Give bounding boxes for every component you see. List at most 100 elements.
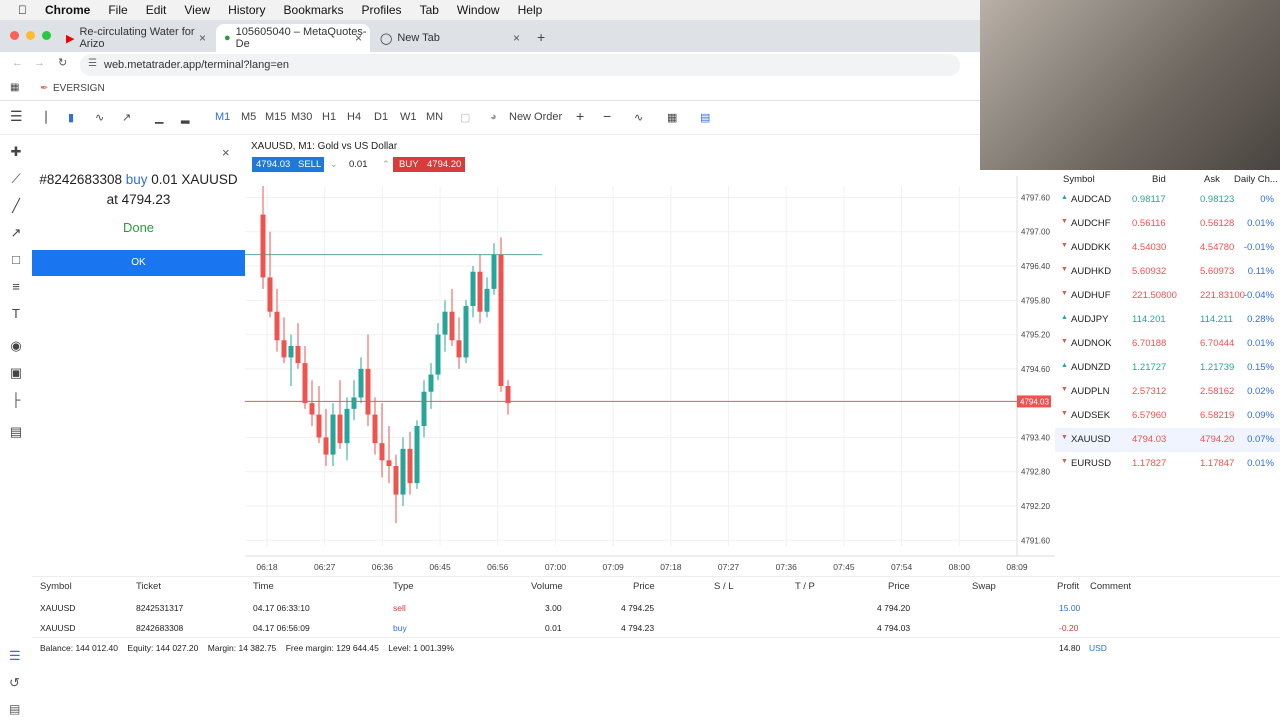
bar-chart-icon[interactable]: ⎥ (42, 111, 48, 124)
menu-help[interactable]: Help (518, 3, 543, 17)
menu-edit[interactable]: Edit (146, 3, 167, 17)
fibonacci-icon[interactable]: ≡ (8, 279, 24, 295)
close-icon[interactable]: × (222, 145, 230, 160)
table-row[interactable]: XAUUSD 8242683308 04.17 06:56:09 buy 0.0… (32, 617, 1280, 637)
history-icon[interactable]: ↺ (9, 675, 20, 691)
col-price[interactable]: Price (633, 581, 655, 592)
tab-close-icon[interactable]: × (199, 31, 206, 45)
channel-tool-icon[interactable]: ╱ (8, 198, 24, 214)
timeframe-m30[interactable]: M30 (291, 111, 312, 123)
layers-icon[interactable]: ▤ (8, 424, 24, 440)
timeframe-w1[interactable]: W1 (400, 111, 417, 123)
menu-profiles[interactable]: Profiles (362, 3, 402, 17)
volume-increase-icon[interactable]: ⌃ (382, 159, 390, 170)
watch-header-ask[interactable]: Ask (1204, 174, 1220, 185)
watch-row[interactable]: ▼ AUDCHF 0.56116 0.56128 0.01% (1055, 212, 1280, 236)
watch-header-symbol[interactable]: Symbol (1063, 174, 1095, 185)
col-profit[interactable]: Profit (1057, 581, 1079, 592)
menu-history[interactable]: History (228, 3, 265, 17)
apps-grid-icon[interactable]: ▦ (10, 82, 19, 93)
watch-row[interactable]: ▼ AUDDKK 4.54030 4.54780 -0.01% (1055, 236, 1280, 260)
col-comment[interactable]: Comment (1090, 581, 1131, 592)
watch-row[interactable]: ▲ AUDCAD 0.98117 0.98123 0% (1055, 188, 1280, 212)
timeframe-h1[interactable]: H1 (322, 111, 336, 123)
zoom-out-icon[interactable]: − (603, 108, 611, 124)
col-ticket[interactable]: Ticket (136, 581, 161, 592)
watch-row[interactable]: ▼ AUDNOK 6.70188 6.70444 0.01% (1055, 332, 1280, 356)
col-sl[interactable]: S / L (714, 581, 734, 592)
lock-icon[interactable]: ▣ (8, 365, 24, 381)
site-info-icon[interactable]: ☰ (88, 58, 97, 69)
watch-header-daily-change[interactable]: Daily Ch... (1234, 174, 1278, 185)
indicators-icon[interactable]: ∿ (634, 111, 643, 124)
tab-metaquotes[interactable]: ● 105605040 – MetaQuotes-De × (216, 24, 370, 52)
watch-header-bid[interactable]: Bid (1152, 174, 1166, 185)
table-row[interactable]: XAUUSD 8242531317 04.17 06:33:10 sell 3.… (32, 597, 1280, 617)
apple-icon[interactable]:  (18, 3, 27, 17)
tab-new-tab[interactable]: ◯ New Tab × (372, 24, 528, 52)
eye-icon[interactable]: ◉ (8, 338, 24, 354)
menu-view[interactable]: View (184, 3, 210, 17)
crosshair-icon[interactable]: ✚ (8, 144, 24, 160)
line-chart-icon[interactable]: ∿ (95, 111, 104, 124)
watch-row[interactable]: ▼ EURUSD 1.17827 1.17847 0.01% (1055, 452, 1280, 476)
trade-tab-icon[interactable]: ☰ (9, 648, 21, 664)
timeframe-m5[interactable]: M5 (241, 111, 256, 123)
one-click-icon[interactable]: ▢ (460, 111, 470, 124)
col-type[interactable]: Type (393, 581, 414, 592)
menu-icon[interactable]: ☰ (10, 108, 23, 125)
menu-file[interactable]: File (108, 3, 127, 17)
menu-window[interactable]: Window (457, 3, 500, 17)
back-icon[interactable]: ← (12, 57, 23, 69)
text-tool-icon[interactable]: T (8, 306, 24, 322)
trendline-tool-icon[interactable]: ↗ (8, 225, 24, 241)
watch-row[interactable]: ▼ AUDHKD 5.60932 5.60973 0.11% (1055, 260, 1280, 284)
account-currency[interactable]: USD (1089, 643, 1107, 653)
window-minimize-button[interactable] (26, 31, 35, 40)
volume-icon[interactable]: ▁ (155, 111, 163, 124)
watch-row[interactable]: ▼ AUDHUF 221.50800 221.83100 -0.04% (1055, 284, 1280, 308)
menu-app-name[interactable]: Chrome (45, 3, 90, 17)
col-volume[interactable]: Volume (531, 581, 563, 592)
bookmark-eversign[interactable]: EVERSIGN (53, 83, 105, 94)
tab-close-icon[interactable]: × (513, 31, 520, 45)
shape-tool-icon[interactable]: □ (8, 252, 24, 268)
timeframe-h4[interactable]: H4 (347, 111, 361, 123)
layout-icon[interactable]: ▤ (700, 111, 710, 124)
col-swap[interactable]: Swap (972, 581, 996, 592)
volume-input[interactable]: 0.01 (349, 159, 368, 170)
timeframe-m1[interactable]: M1 (215, 111, 230, 123)
col-current-price[interactable]: Price (888, 581, 910, 592)
volume-decrease-icon[interactable]: ⌄ (330, 159, 338, 170)
watch-row[interactable]: ▲ AUDJPY 114.201 114.211 0.28% (1055, 308, 1280, 332)
line-tool-icon[interactable]: ⟋ (8, 171, 24, 187)
watch-row[interactable]: ▲ AUDNZD 1.21727 1.21739 0.15% (1055, 356, 1280, 380)
journal-icon[interactable]: ▤ (9, 702, 20, 716)
col-symbol[interactable]: Symbol (40, 581, 72, 592)
ok-button[interactable]: OK (32, 250, 245, 276)
timeframe-m15[interactable]: M15 (265, 111, 286, 123)
candlestick-icon[interactable]: ▮ (68, 111, 74, 124)
timeframe-d1[interactable]: D1 (374, 111, 388, 123)
url-field[interactable]: ☰ web.metatrader.app/terminal?lang=en (80, 54, 960, 76)
watch-row[interactable]: ▼ AUDPLN 2.57312 2.58162 0.02% (1055, 380, 1280, 404)
tab-recirculating-water[interactable]: ▶ Re-circulating Water for Arizo × (58, 24, 214, 52)
window-zoom-button[interactable] (42, 31, 51, 40)
window-close-button[interactable] (10, 31, 19, 40)
sell-button[interactable]: 4794.03 SELL (252, 157, 324, 172)
forward-icon[interactable]: → (34, 57, 45, 69)
price-chart[interactable]: XAUUSD, M1: Gold vs US Dollar 4794.03 SE… (245, 136, 1055, 576)
reload-icon[interactable]: ↻ (58, 56, 67, 69)
calendar-icon[interactable]: ▦ (667, 111, 677, 124)
col-time[interactable]: Time (253, 581, 274, 592)
menu-tab[interactable]: Tab (420, 3, 439, 17)
buy-button[interactable]: BUY 4794.20 (393, 157, 465, 172)
new-order-button[interactable]: New Order (509, 111, 562, 123)
indicator-icon[interactable]: ▂ (181, 111, 189, 124)
watch-row[interactable]: ▼ AUDSEK 6.57960 6.58219 0.09% (1055, 404, 1280, 428)
zoom-in-icon[interactable]: + (576, 108, 584, 124)
col-tp[interactable]: T / P (795, 581, 815, 592)
new-tab-button[interactable]: + (537, 29, 545, 45)
menu-bookmarks[interactable]: Bookmarks (284, 3, 344, 17)
timeframe-mn[interactable]: MN (426, 111, 443, 123)
